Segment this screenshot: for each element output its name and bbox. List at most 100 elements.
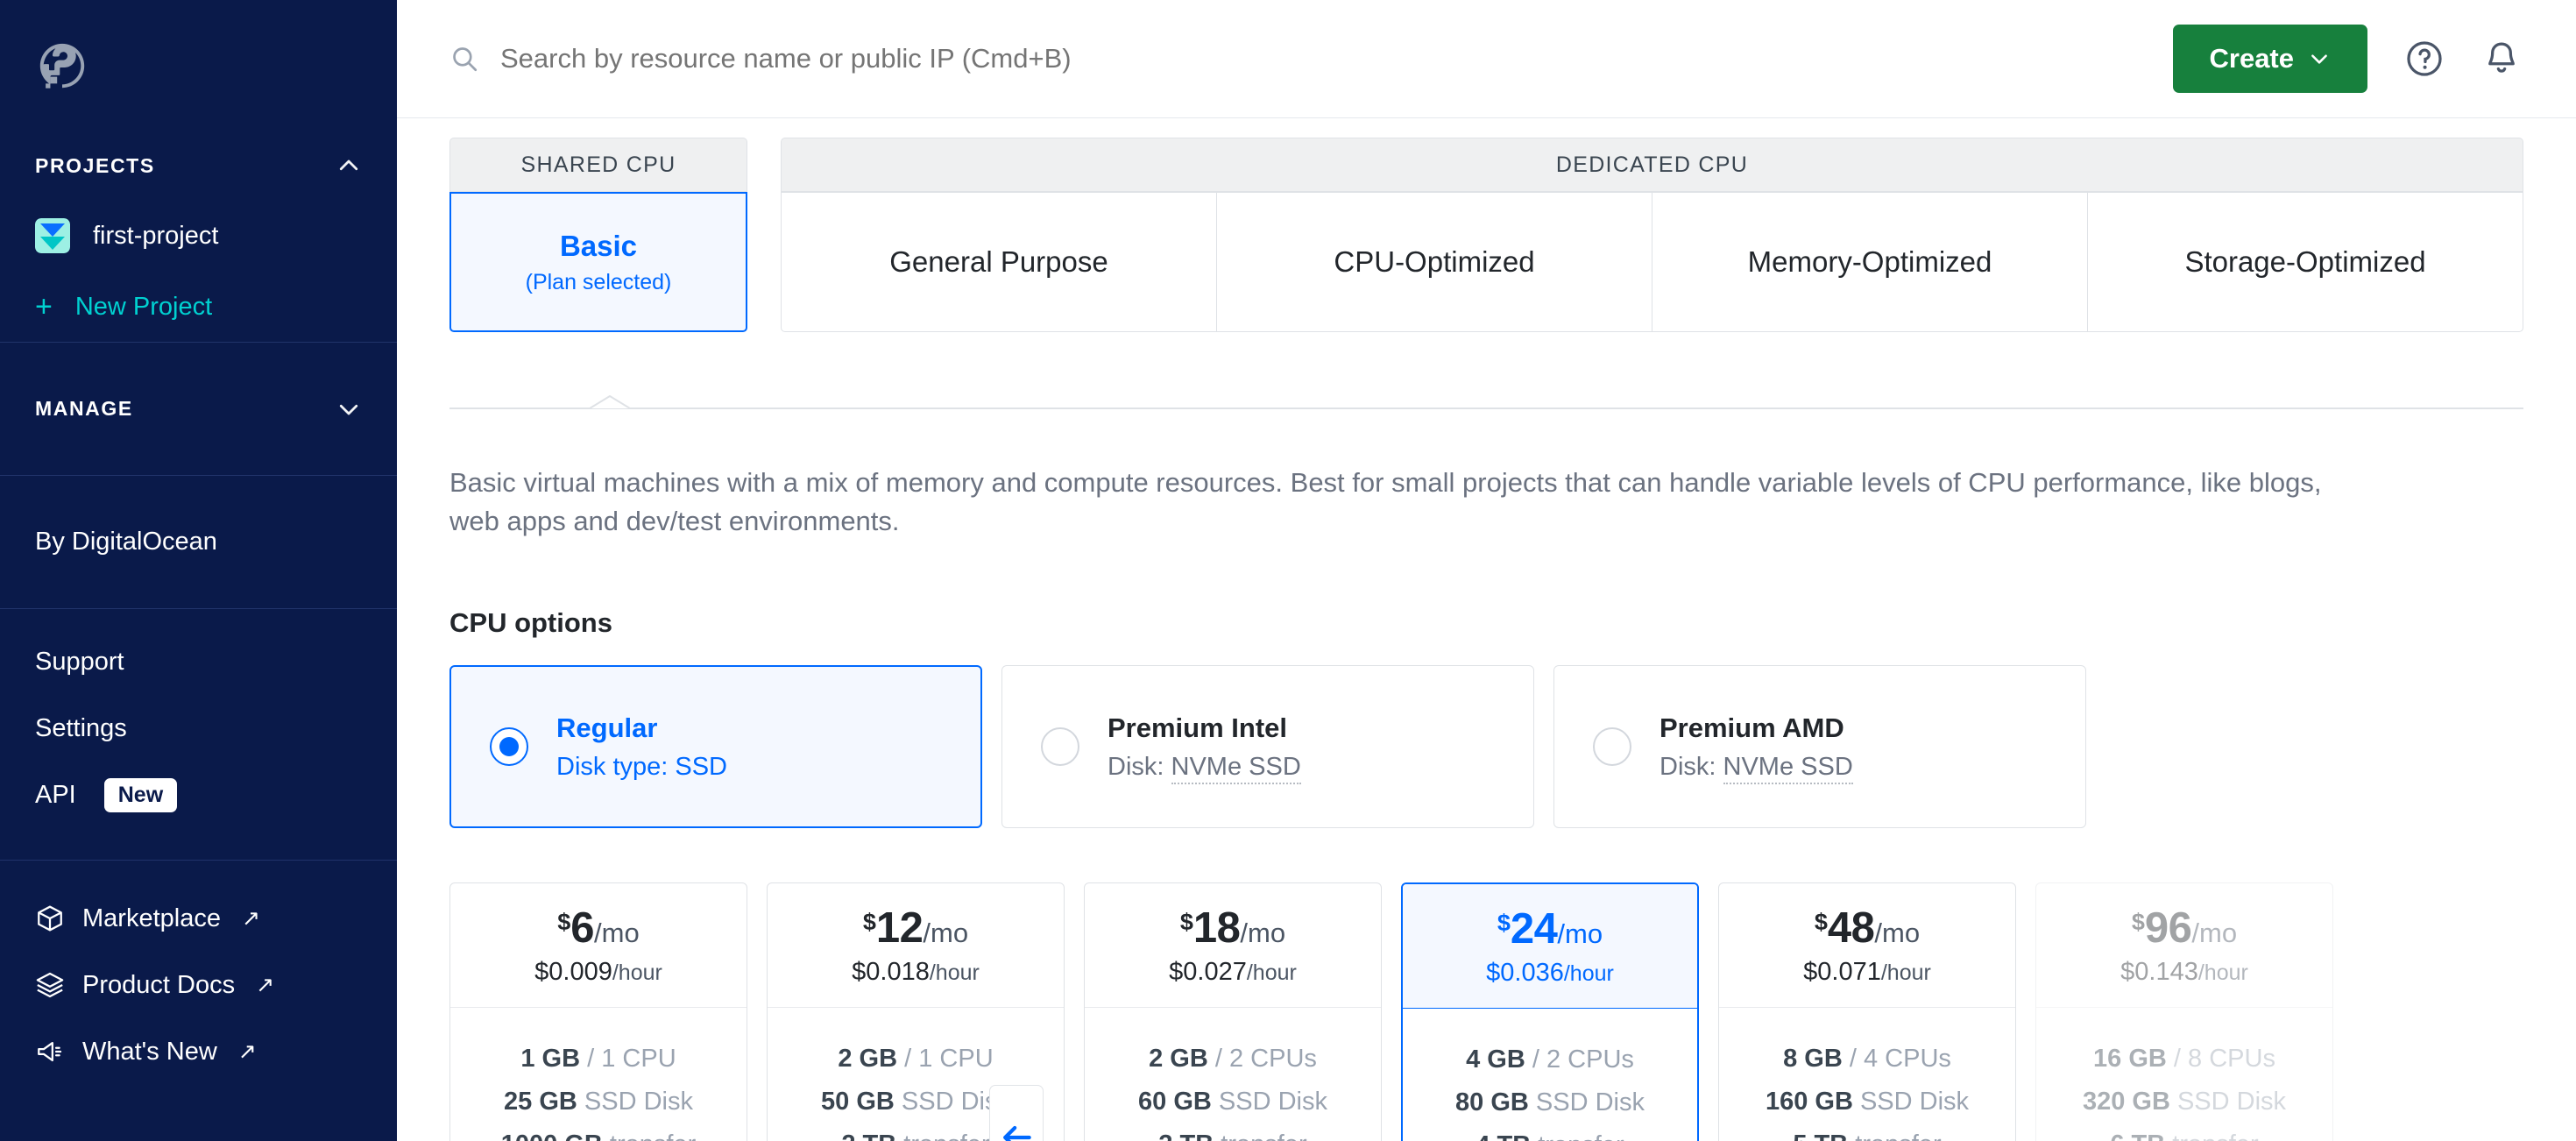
- selected-tab-caret-icon: [590, 395, 630, 409]
- tab-spacer: [747, 192, 781, 332]
- spec-memory-cpu: 2 GB / 2 CPUs: [1149, 1045, 1317, 1074]
- cpu-option-disk-value[interactable]: NVMe SSD: [1171, 753, 1301, 784]
- cube-icon: [35, 904, 65, 933]
- price-card-header: $6/mo $0.009/hour: [450, 883, 747, 1008]
- price-hourly: $0.036/hour: [1486, 959, 1614, 988]
- sidebar: PROJECTS first-project + New Project: [0, 0, 397, 1141]
- cpu-option-texts: Premium Intel Disk: NVMe SSD: [1108, 712, 1301, 782]
- price-period: /mo: [2191, 918, 2237, 949]
- price-card-selected[interactable]: $24/mo $0.036/hour 4 GB / 2 CPUs 80 GB S…: [1401, 882, 1699, 1141]
- spec-memory-cpu: 2 GB / 1 CPU: [838, 1045, 993, 1074]
- spec-disk-unit: SSD Disk: [584, 1088, 693, 1116]
- price-hourly-unit: /hour: [1881, 960, 1931, 985]
- spec-disk: 80 GB SSD Disk: [1455, 1088, 1645, 1117]
- sidebar-item-marketplace[interactable]: Marketplace ↗: [0, 885, 397, 952]
- manage-header[interactable]: MANAGE: [0, 396, 397, 422]
- cpu-option-disk: Disk: NVMe SSD: [1660, 753, 1853, 782]
- tab-cpu-optimized[interactable]: CPU-Optimized: [1217, 192, 1652, 332]
- price-period: /mo: [1874, 918, 1920, 949]
- plus-icon: +: [35, 292, 53, 322]
- main-area: Create SHARED: [397, 0, 2576, 1141]
- price-amount: 48: [1828, 904, 1875, 953]
- api-new-badge: New: [104, 778, 177, 812]
- chevron-down-icon[interactable]: [336, 396, 362, 422]
- cpu-option-disk-value[interactable]: NVMe SSD: [1723, 753, 1853, 784]
- price-hourly-unit: /hour: [930, 960, 980, 985]
- plan-tab-row: Basic (Plan selected) General Purpose CP…: [449, 192, 2523, 332]
- price-hourly: $0.143/hour: [2120, 958, 2248, 987]
- price-card-header: $96/mo $0.143/hour: [2036, 883, 2332, 1008]
- sidebar-item-whats-new[interactable]: What's New ↗: [0, 1018, 397, 1085]
- external-link-arrow-icon: ↗: [256, 972, 274, 998]
- spec-disk-unit: SSD Disk: [2177, 1088, 2286, 1116]
- tab-general-purpose[interactable]: General Purpose: [781, 192, 1217, 332]
- spec-transfer: 6 TB transfer: [2110, 1130, 2258, 1141]
- search-input[interactable]: [500, 43, 1289, 74]
- sidebar-item-support[interactable]: Support: [0, 628, 397, 695]
- spec-transfer: 4 TB transfer: [1476, 1131, 1624, 1141]
- price-card[interactable]: $48/mo $0.071/hour 8 GB / 4 CPUs 160 GB …: [1718, 882, 2016, 1141]
- new-project-button[interactable]: + New Project: [0, 272, 397, 342]
- chevron-down-icon: [2308, 47, 2331, 70]
- cpu-option-disk: Disk type: SSD: [556, 753, 727, 782]
- price-card-header: $24/mo $0.036/hour: [1403, 884, 1697, 1009]
- price-hourly-amount: $0.009: [534, 958, 612, 986]
- project-folder-icon: [35, 218, 70, 253]
- marketplace-label: Marketplace: [82, 904, 221, 933]
- create-button[interactable]: Create: [2173, 25, 2368, 93]
- radio-icon[interactable]: [1593, 727, 1631, 766]
- spec-cpu: 2 CPUs: [1229, 1045, 1317, 1073]
- spec-transfer-unit: transfer: [1221, 1130, 1306, 1141]
- spec-memory: 4 GB: [1466, 1045, 1525, 1074]
- scroll-left-button[interactable]: [989, 1085, 1044, 1141]
- sidebar-item-settings[interactable]: Settings: [0, 695, 397, 762]
- cpu-option-premium-amd[interactable]: Premium AMD Disk: NVMe SSD: [1553, 665, 2086, 828]
- price-card-specs: 2 GB / 2 CPUs 60 GB SSD Disk 3 TB transf…: [1085, 1008, 1381, 1141]
- plan-selector-content: SHARED CPU DEDICATED CPU Basic (Plan sel…: [397, 118, 2576, 1141]
- price-main: $96/mo: [2132, 904, 2237, 953]
- spec-transfer: 5 TB transfer: [1793, 1130, 1941, 1141]
- category-dedicated-cpu: DEDICATED CPU: [781, 138, 2523, 192]
- price-currency: $: [2132, 909, 2145, 936]
- radio-icon[interactable]: [1041, 727, 1079, 766]
- settings-label: Settings: [35, 714, 127, 743]
- bell-icon[interactable]: [2481, 39, 2522, 79]
- manage-header-label: MANAGE: [35, 397, 133, 421]
- cpu-option-disk: Disk: NVMe SSD: [1108, 753, 1301, 782]
- cpu-option-disk-label: Disk:: [1660, 753, 1723, 781]
- sidebar-item-api[interactable]: API New: [0, 762, 397, 828]
- spec-disk-size: 160 GB: [1766, 1088, 1853, 1116]
- whats-new-label: What's New: [82, 1038, 217, 1067]
- projects-header[interactable]: PROJECTS: [0, 131, 397, 200]
- question-circle-icon[interactable]: [2404, 39, 2445, 79]
- cpu-option-premium-intel[interactable]: Premium Intel Disk: NVMe SSD: [1001, 665, 1534, 828]
- sidebar-item-product-docs[interactable]: Product Docs ↗: [0, 952, 397, 1018]
- price-hourly-amount: $0.143: [2120, 958, 2198, 986]
- price-period: /mo: [1557, 918, 1603, 950]
- spec-disk-size: 50 GB: [821, 1088, 895, 1116]
- price-card[interactable]: $96/mo $0.143/hour 16 GB / 8 CPUs 320 GB…: [2035, 882, 2333, 1141]
- radio-icon[interactable]: [490, 727, 528, 766]
- search-container[interactable]: [397, 43, 2173, 74]
- tab-storage-optimized[interactable]: Storage-Optimized: [2088, 192, 2523, 332]
- price-card[interactable]: $18/mo $0.027/hour 2 GB / 2 CPUs 60 GB S…: [1084, 882, 1382, 1141]
- spec-cpu: 8 CPUs: [2188, 1045, 2275, 1073]
- logo-container[interactable]: [0, 0, 397, 131]
- plan-category-row: SHARED CPU DEDICATED CPU: [449, 138, 2523, 192]
- category-spacer: [747, 138, 781, 192]
- price-card-specs: 16 GB / 8 CPUs 320 GB SSD Disk 6 TB tran…: [2036, 1008, 2332, 1141]
- price-card-specs: 4 GB / 2 CPUs 80 GB SSD Disk 4 TB transf…: [1403, 1009, 1697, 1141]
- price-main: $12/mo: [863, 904, 968, 953]
- by-digitalocean-label: By DigitalOcean: [35, 528, 217, 556]
- tab-memory-optimized[interactable]: Memory-Optimized: [1652, 192, 2088, 332]
- spec-transfer-size: 4 TB: [1476, 1131, 1531, 1141]
- spec-disk-unit: SSD Disk: [1536, 1088, 1645, 1116]
- sidebar-item-first-project[interactable]: first-project: [0, 200, 397, 272]
- cpu-option-regular[interactable]: Regular Disk type: SSD: [449, 665, 982, 828]
- chevron-up-icon[interactable]: [336, 152, 362, 179]
- price-card[interactable]: $6/mo $0.009/hour 1 GB / 1 CPU 25 GB SSD…: [449, 882, 747, 1141]
- sidebar-item-by-digitalocean[interactable]: By DigitalOcean: [0, 509, 252, 576]
- price-card-strip: $6/mo $0.009/hour 1 GB / 1 CPU 25 GB SSD…: [449, 882, 2523, 1141]
- tab-basic[interactable]: Basic (Plan selected): [449, 192, 747, 332]
- price-hourly: $0.009/hour: [534, 958, 662, 987]
